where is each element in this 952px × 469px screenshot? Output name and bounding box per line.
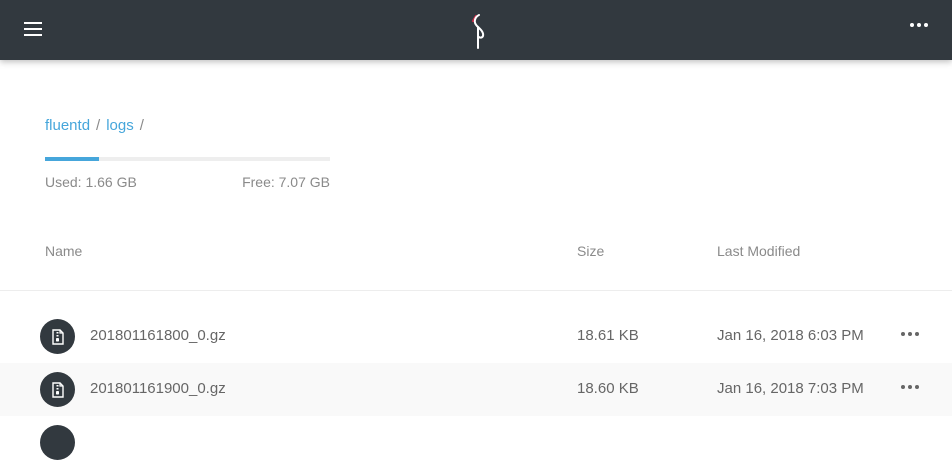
more-options-icon[interactable]: [901, 332, 921, 342]
storage-free-label: Free: 7.07 GB: [242, 174, 330, 190]
breadcrumb-folder-link[interactable]: logs: [106, 117, 134, 134]
breadcrumb-separator: /: [96, 117, 101, 134]
file-name[interactable]: 201801161800_0.gz: [90, 327, 226, 344]
breadcrumb-bucket-link[interactable]: fluentd: [45, 117, 90, 134]
storage-used-label: Used: 1.66 GB: [45, 174, 137, 190]
storage-progress-bar: [45, 157, 330, 161]
hamburger-menu-icon[interactable]: [24, 22, 42, 38]
file-name[interactable]: 201801161900_0.gz: [90, 380, 226, 397]
file-archive-icon: [40, 372, 75, 407]
top-more-options-icon[interactable]: [910, 23, 930, 37]
file-row[interactable]: 201801161800_0.gz 18.61 KB Jan 16, 2018 …: [0, 310, 952, 363]
file-size: 18.60 KB: [577, 380, 639, 397]
file-row[interactable]: 201801161900_0.gz 18.60 KB Jan 16, 2018 …: [0, 363, 952, 416]
file-archive-icon: [40, 319, 75, 354]
top-bar: [0, 0, 952, 60]
file-last-modified: Jan 16, 2018 7:03 PM: [717, 380, 864, 397]
breadcrumb-separator: /: [139, 117, 144, 134]
file-table-header: Name Size Last Modified: [0, 230, 952, 291]
file-archive-icon: [40, 425, 75, 460]
column-header-size[interactable]: Size: [577, 243, 604, 259]
file-last-modified: Jan 16, 2018 6:03 PM: [717, 327, 864, 344]
breadcrumb: fluentd / logs /: [45, 117, 150, 134]
column-header-last-modified[interactable]: Last Modified: [717, 243, 800, 259]
column-header-name[interactable]: Name: [45, 243, 82, 259]
file-row[interactable]: [0, 416, 952, 469]
more-options-icon[interactable]: [901, 385, 921, 395]
file-size: 18.61 KB: [577, 327, 639, 344]
storage-usage: Used: 1.66 GB Free: 7.07 GB: [45, 157, 330, 190]
minio-logo-icon: [471, 14, 485, 49]
storage-progress-fill: [45, 157, 100, 161]
